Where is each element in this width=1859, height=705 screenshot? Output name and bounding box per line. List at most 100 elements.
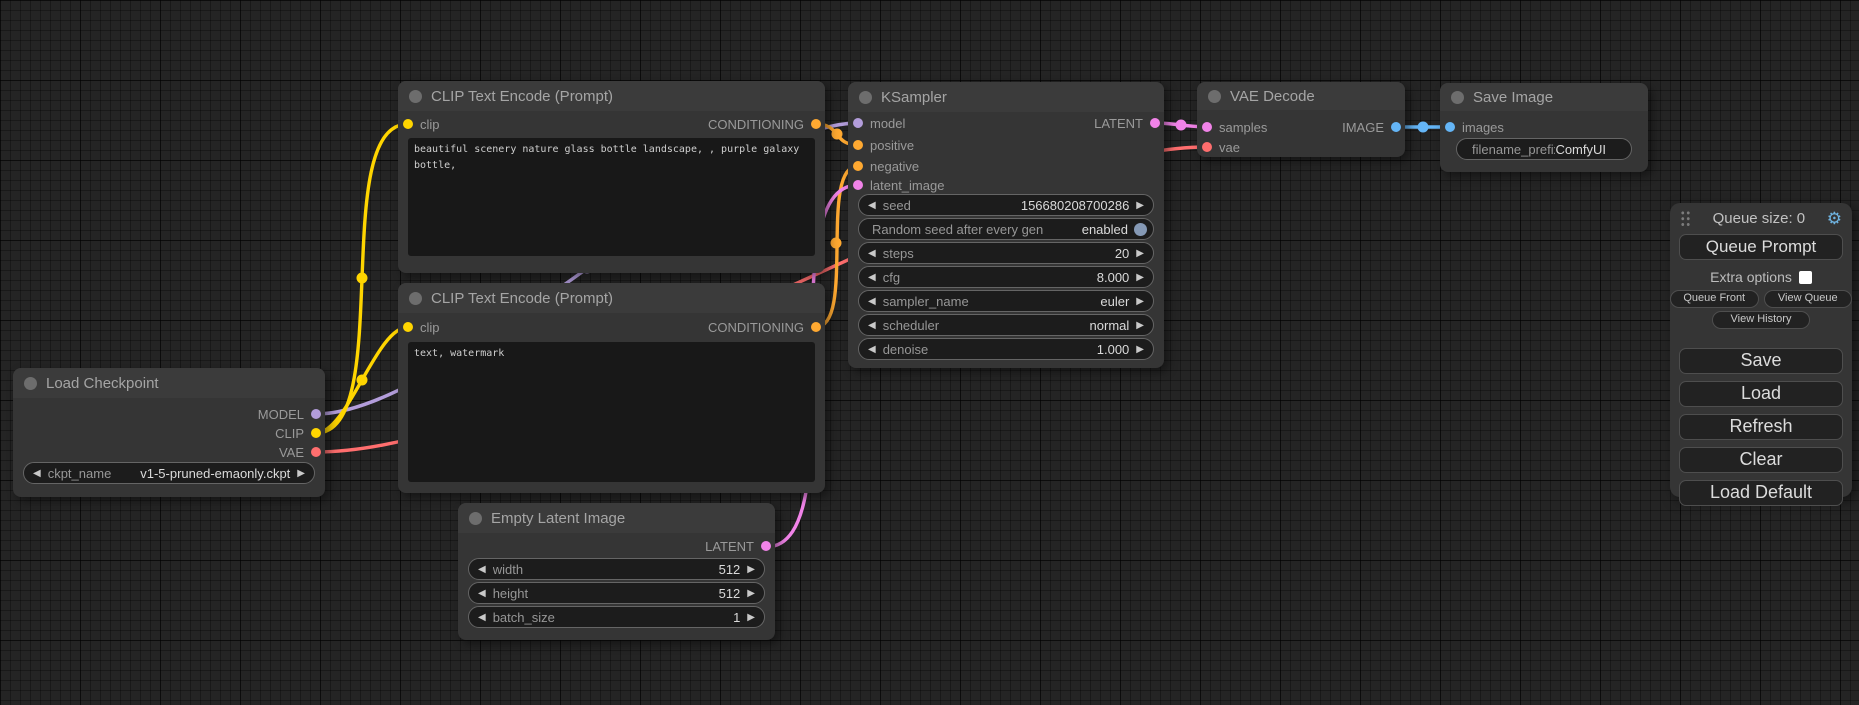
node-header[interactable]: Save Image <box>1440 83 1648 111</box>
node-header[interactable]: VAE Decode <box>1197 82 1405 110</box>
vae-input-dot[interactable] <box>1202 142 1212 152</box>
node-collapse-dot-icon[interactable] <box>409 90 422 103</box>
prompt-textarea[interactable]: beautiful scenery nature glass bottle la… <box>408 138 815 256</box>
input-slot-latent-image[interactable]: latent_image <box>853 175 944 195</box>
node-empty-latent-image[interactable]: Empty Latent Image LATENT ◀ width 512 ▶ … <box>458 503 775 640</box>
conditioning-output-dot[interactable] <box>811 119 821 129</box>
output-slot-model[interactable]: MODEL <box>258 404 321 424</box>
decrement-arrow-icon[interactable]: ◀ <box>868 248 876 259</box>
increment-arrow-icon[interactable]: ▶ <box>747 612 755 623</box>
clip-input-dot[interactable] <box>403 119 413 129</box>
width-widget[interactable]: ◀ width 512 ▶ <box>468 558 765 580</box>
increment-arrow-icon[interactable]: ▶ <box>1136 320 1144 331</box>
cfg-widget[interactable]: ◀ cfg 8.000 ▶ <box>858 266 1154 288</box>
input-slot-negative[interactable]: negative <box>853 156 919 176</box>
input-slot-samples[interactable]: samples <box>1202 117 1267 137</box>
clear-button[interactable]: Clear <box>1679 447 1843 473</box>
increment-arrow-icon[interactable]: ▶ <box>1136 200 1144 211</box>
seed-widget[interactable]: ◀ seed 156680208700286 ▶ <box>858 194 1154 216</box>
decrement-arrow-icon[interactable]: ◀ <box>868 320 876 331</box>
queue-panel[interactable]: Queue size: 0 ⚙ Queue Prompt Extra optio… <box>1670 203 1852 497</box>
filename-prefix-widget[interactable]: filename_prefix ComfyUI <box>1456 138 1632 160</box>
load-default-button[interactable]: Load Default <box>1679 480 1843 506</box>
clip-output-dot[interactable] <box>311 428 321 438</box>
input-slot-positive[interactable]: positive <box>853 135 914 155</box>
output-slot-vae[interactable]: VAE <box>279 442 321 462</box>
ckpt-name-widget[interactable]: ◀ ckpt_name v1-5-pruned-emaonly.ckpt ▶ <box>23 462 315 484</box>
node-collapse-dot-icon[interactable] <box>859 91 872 104</box>
output-slot-clip[interactable]: CLIP <box>275 423 321 443</box>
output-slot-image[interactable]: IMAGE <box>1342 117 1401 137</box>
model-output-dot[interactable] <box>311 409 321 419</box>
node-header[interactable]: CLIP Text Encode (Prompt) <box>398 81 825 111</box>
view-queue-button[interactable]: View Queue <box>1764 290 1853 308</box>
node-collapse-dot-icon[interactable] <box>1451 91 1464 104</box>
height-widget[interactable]: ◀ height 512 ▶ <box>468 582 765 604</box>
clip-input-dot[interactable] <box>403 322 413 332</box>
increment-arrow-icon[interactable]: ▶ <box>1136 344 1144 355</box>
decrement-arrow-icon[interactable]: ◀ <box>478 588 486 599</box>
drag-handle-icon[interactable] <box>1680 210 1691 227</box>
node-header[interactable]: KSampler <box>848 82 1164 112</box>
node-load-checkpoint[interactable]: Load Checkpoint MODEL CLIP VAE ◀ ckpt_na… <box>13 368 325 497</box>
denoise-widget[interactable]: ◀ denoise 1.000 ▶ <box>858 338 1154 360</box>
model-input-dot[interactable] <box>853 118 863 128</box>
node-header[interactable]: Empty Latent Image <box>458 503 775 533</box>
increment-arrow-icon[interactable]: ▶ <box>1136 272 1144 283</box>
view-history-button[interactable]: View History <box>1712 311 1810 329</box>
node-graph-canvas[interactable]: Load Checkpoint MODEL CLIP VAE ◀ ckpt_na… <box>0 0 1859 705</box>
load-button[interactable]: Load <box>1679 381 1843 407</box>
toggle-on-icon[interactable] <box>1134 223 1147 236</box>
increment-arrow-icon[interactable]: ▶ <box>747 588 755 599</box>
node-clip-text-encode-positive[interactable]: CLIP Text Encode (Prompt) clip CONDITION… <box>398 81 825 273</box>
decrement-arrow-icon[interactable]: ◀ <box>868 296 876 307</box>
latent-input-dot[interactable] <box>853 180 863 190</box>
prompt-textarea[interactable]: text, watermark <box>408 342 815 482</box>
input-slot-clip[interactable]: clip <box>403 317 440 337</box>
image-input-dot[interactable] <box>1445 122 1455 132</box>
node-save-image[interactable]: Save Image images filename_prefix ComfyU… <box>1440 83 1648 172</box>
refresh-button[interactable]: Refresh <box>1679 414 1843 440</box>
image-output-dot[interactable] <box>1391 122 1401 132</box>
queue-front-button[interactable]: Queue Front <box>1670 290 1759 308</box>
extra-options-checkbox[interactable] <box>1799 271 1812 284</box>
input-slot-model[interactable]: model <box>853 113 905 133</box>
conditioning-input-dot[interactable] <box>853 161 863 171</box>
node-header[interactable]: CLIP Text Encode (Prompt) <box>398 283 825 313</box>
latent-output-dot[interactable] <box>761 541 771 551</box>
node-collapse-dot-icon[interactable] <box>409 292 422 305</box>
decrement-arrow-icon[interactable]: ◀ <box>868 200 876 211</box>
scheduler-widget[interactable]: ◀ scheduler normal ▶ <box>858 314 1154 336</box>
settings-gear-icon[interactable]: ⚙ <box>1827 210 1842 227</box>
decrement-arrow-icon[interactable]: ◀ <box>33 468 41 479</box>
output-slot-conditioning[interactable]: CONDITIONING <box>708 114 821 134</box>
node-header[interactable]: Load Checkpoint <box>13 368 325 398</box>
increment-arrow-icon[interactable]: ▶ <box>747 564 755 575</box>
input-slot-images[interactable]: images <box>1445 117 1504 137</box>
node-ksampler[interactable]: KSampler model LATENT positive negative … <box>848 82 1164 368</box>
increment-arrow-icon[interactable]: ▶ <box>1136 296 1144 307</box>
input-slot-vae[interactable]: vae <box>1202 137 1240 157</box>
decrement-arrow-icon[interactable]: ◀ <box>868 344 876 355</box>
increment-arrow-icon[interactable]: ▶ <box>297 468 305 479</box>
latent-output-dot[interactable] <box>1150 118 1160 128</box>
output-slot-latent[interactable]: LATENT <box>1094 113 1160 133</box>
node-collapse-dot-icon[interactable] <box>24 377 37 390</box>
random-seed-toggle-widget[interactable]: Random seed after every gen enabled <box>858 218 1154 240</box>
save-button[interactable]: Save <box>1679 348 1843 374</box>
node-vae-decode[interactable]: VAE Decode samples IMAGE vae <box>1197 82 1405 157</box>
input-slot-clip[interactable]: clip <box>403 114 440 134</box>
sampler-name-widget[interactable]: ◀ sampler_name euler ▶ <box>858 290 1154 312</box>
node-collapse-dot-icon[interactable] <box>469 512 482 525</box>
output-slot-conditioning[interactable]: CONDITIONING <box>708 317 821 337</box>
output-slot-latent[interactable]: LATENT <box>705 536 771 556</box>
steps-widget[interactable]: ◀ steps 20 ▶ <box>858 242 1154 264</box>
queue-prompt-button[interactable]: Queue Prompt <box>1679 234 1843 260</box>
decrement-arrow-icon[interactable]: ◀ <box>868 272 876 283</box>
vae-output-dot[interactable] <box>311 447 321 457</box>
batch-size-widget[interactable]: ◀ batch_size 1 ▶ <box>468 606 765 628</box>
node-collapse-dot-icon[interactable] <box>1208 90 1221 103</box>
decrement-arrow-icon[interactable]: ◀ <box>478 612 486 623</box>
increment-arrow-icon[interactable]: ▶ <box>1136 248 1144 259</box>
decrement-arrow-icon[interactable]: ◀ <box>478 564 486 575</box>
